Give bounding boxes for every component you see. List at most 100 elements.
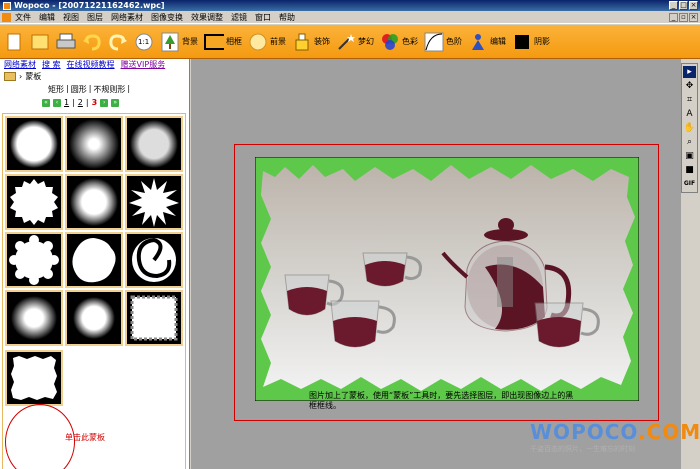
canvas-area[interactable]: 图片加上了蒙板，使用“蒙板”工具时，要先选择图层，即出现图像边上的黑框框线。: [191, 59, 681, 469]
mask-thumb-soft-rect[interactable]: [65, 290, 123, 346]
menu-edit[interactable]: 编辑: [39, 12, 55, 23]
decoration-button[interactable]: 装饰: [292, 29, 330, 55]
doc-minimize-icon[interactable]: _: [669, 13, 678, 22]
title-bar: Wopoco - [20071221162462.wpc] _ □ ×: [0, 0, 700, 11]
tab-separator: |: [88, 84, 92, 93]
tree-icon: [160, 32, 180, 52]
mask-thumbnail-grid: 单击此蒙板: [2, 113, 186, 469]
color-button[interactable]: 色彩: [380, 29, 418, 55]
mask-thumb-soft-circle[interactable]: [5, 116, 63, 172]
material-panel: 网络素材 搜 索 在线视频教程 赠送VIP服务 › 蒙板 矩形 | 圆形 | 不…: [0, 59, 190, 469]
crop-tool-icon[interactable]: ⌗: [683, 94, 696, 106]
mask-thumb-star-burst[interactable]: [5, 290, 63, 346]
search-link[interactable]: 搜 索: [42, 59, 61, 71]
first-page-icon[interactable]: «: [42, 98, 50, 107]
background-label: 背景: [182, 37, 198, 46]
close-icon[interactable]: ×: [689, 1, 698, 10]
mask-thumb-ring-circle[interactable]: [65, 174, 123, 230]
print-button[interactable]: [56, 29, 76, 55]
text-tool-icon[interactable]: A: [683, 108, 696, 120]
frame-button[interactable]: 相框: [204, 29, 242, 55]
tab-rect[interactable]: 矩形: [48, 84, 64, 95]
menu-file[interactable]: 文件: [15, 12, 31, 23]
watermark-brand: WOPOCO.COM: [530, 420, 700, 444]
color-swatch-icon[interactable]: ■: [683, 164, 696, 176]
menu-filter[interactable]: 滤镜: [231, 12, 247, 23]
magic-wand-icon: [336, 32, 356, 52]
undo-icon: [82, 32, 102, 52]
mask-thumb-burst-circle[interactable]: [125, 174, 183, 230]
minimize-icon[interactable]: _: [669, 1, 678, 10]
menu-bar: 文件 编辑 视图 图层 网络素材 图像变换 效果调整 滤镜 窗口 帮助 _ ▫ …: [0, 11, 700, 24]
gif-tool[interactable]: GIF: [683, 178, 696, 190]
zoom-actual-button[interactable]: 1:1: [134, 29, 154, 55]
hand-tool-icon[interactable]: ✋: [683, 122, 696, 134]
background-button[interactable]: 背景: [160, 29, 198, 55]
mask-thumb-checker-rect[interactable]: [125, 290, 183, 346]
mask-thumb-glow-circle[interactable]: [65, 116, 123, 172]
watermark-brand-a: WOPOCO: [530, 420, 638, 444]
menu-web-material[interactable]: 网络素材: [111, 12, 143, 23]
dream-label: 梦幻: [358, 37, 374, 46]
tab-separator: |: [127, 84, 131, 93]
web-material-link[interactable]: 网络素材: [4, 59, 36, 71]
doc-restore-icon[interactable]: ▫: [679, 13, 688, 22]
mask-shape-tabs: 矩形 | 圆形 | 不规则形 |: [48, 84, 130, 95]
mask-thumb-textured-circle[interactable]: [125, 116, 183, 172]
main-toolbar: 1:1 背景 相框 前景 装饰 梦幻 色彩 色阶 编辑 阴影: [0, 25, 700, 59]
tab-irregular[interactable]: 不规则形: [93, 84, 125, 95]
dream-button[interactable]: 梦幻: [336, 29, 374, 55]
page-1[interactable]: 1: [64, 98, 69, 107]
watermark-subtitle: 千姿百态的照片，一生难忘的时刻: [530, 445, 635, 453]
edit-label: 编辑: [490, 37, 506, 46]
menu-effects[interactable]: 效果调整: [191, 12, 223, 23]
canvas-caption: 图片加上了蒙板，使用“蒙板”工具时，要先选择图层，即出现图像边上的黑框框线。: [309, 391, 574, 410]
page-2[interactable]: 2: [78, 98, 83, 107]
mask-thumb-rough-rect-selected[interactable]: [5, 350, 63, 406]
menu-image-transform[interactable]: 图像变换: [151, 12, 183, 23]
open-button[interactable]: [30, 29, 50, 55]
menu-help[interactable]: 帮助: [279, 12, 295, 23]
tone-button[interactable]: 色阶: [424, 29, 462, 55]
color-circles-icon: [380, 32, 400, 52]
video-tutorial-link[interactable]: 在线视频教程: [67, 59, 115, 71]
mask-thumb-blob[interactable]: [65, 232, 123, 288]
decoration-icon: [292, 32, 312, 52]
foreground-button[interactable]: 前景: [248, 29, 286, 55]
shadow-label: 阴影: [534, 37, 550, 46]
last-page-icon[interactable]: »: [111, 98, 120, 107]
menu-window[interactable]: 窗口: [255, 12, 271, 23]
color-label: 色彩: [402, 37, 418, 46]
zoom-label: 1:1: [138, 37, 150, 46]
mask-tool-icon[interactable]: ▣: [683, 150, 696, 162]
next-page-icon[interactable]: ›: [100, 98, 109, 107]
document-icon[interactable]: [2, 12, 11, 22]
doc-close-icon[interactable]: ×: [689, 13, 698, 22]
maximize-icon[interactable]: □: [679, 1, 688, 10]
undo-button[interactable]: [82, 29, 102, 55]
menu-layer[interactable]: 图层: [87, 12, 103, 23]
new-button[interactable]: [4, 29, 24, 55]
vip-service-link[interactable]: 赠送VIP服务: [121, 59, 166, 71]
menu-view[interactable]: 视图: [63, 12, 79, 23]
curve-icon: [424, 32, 444, 52]
breadcrumb-arrow: ›: [19, 72, 23, 81]
mask-thumb-swirl[interactable]: [125, 232, 183, 288]
masked-photo[interactable]: [254, 156, 640, 402]
prev-page-icon[interactable]: ‹: [53, 98, 61, 107]
breadcrumb: › 蒙板: [4, 71, 41, 82]
move-tool-icon[interactable]: ✥: [683, 80, 696, 92]
zoom-tool-icon[interactable]: ⌕: [683, 136, 696, 148]
foreground-icon: [248, 32, 268, 52]
redo-button[interactable]: [108, 29, 128, 55]
watermark-brand-b: .COM: [637, 420, 700, 444]
frame-icon: [204, 32, 224, 52]
mask-thumb-scalloped-circle[interactable]: [5, 232, 63, 288]
mask-thumb-rough-circle[interactable]: [5, 174, 63, 230]
breadcrumb-label[interactable]: 蒙板: [25, 71, 41, 82]
pointer-tool-icon[interactable]: ▸: [683, 66, 696, 78]
shadow-button[interactable]: 阴影: [512, 29, 550, 55]
tab-circle[interactable]: 圆形: [71, 84, 87, 95]
edit-button[interactable]: 编辑: [468, 29, 506, 55]
page-3-current[interactable]: 3: [92, 98, 98, 107]
